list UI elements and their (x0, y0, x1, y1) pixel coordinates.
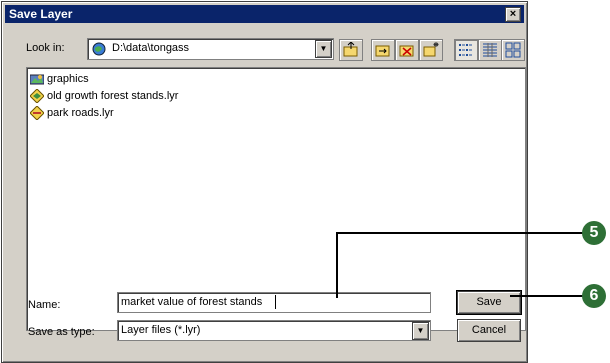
thumbnails-view-button[interactable] (501, 39, 525, 61)
callout-5-horizontal-line (336, 232, 584, 234)
up-one-level-button[interactable] (339, 39, 363, 61)
disconnect-folder-button[interactable] (395, 39, 419, 61)
layer-file-icon (30, 106, 44, 120)
folder-up-icon (343, 42, 358, 57)
callout-6-line (510, 295, 584, 297)
save-as-type-value: Layer files (*.lyr) (121, 324, 201, 336)
close-button[interactable]: × (505, 7, 521, 22)
drive-icon (92, 42, 106, 56)
save-as-type-dropdown[interactable]: Layer files (*.lyr) ▼ (117, 320, 431, 341)
new-folder-icon (423, 42, 439, 57)
layer-file-icon (30, 89, 44, 103)
callout-5-vertical-line (336, 233, 338, 298)
title-bar: Save Layer × (5, 5, 524, 23)
details-view-icon (483, 43, 497, 57)
details-view-button[interactable] (478, 39, 502, 61)
disconnect-folder-icon (399, 45, 414, 57)
text-caret (275, 295, 276, 309)
dialog-title: Save Layer (9, 7, 73, 21)
save-layer-dialog: Save Layer × Look in: D:\data\tongass ▼ (1, 1, 528, 363)
cancel-button[interactable]: Cancel (457, 319, 521, 342)
file-name: old growth forest stands.lyr (47, 90, 179, 102)
callout-5-badge: 5 (582, 221, 606, 245)
look-in-dropdown[interactable]: D:\data\tongass ▼ (87, 38, 334, 60)
name-label: Name: (28, 299, 61, 311)
save-as-type-label: Save as type: (28, 326, 95, 338)
list-view-button[interactable] (454, 39, 478, 61)
connect-folder-icon (375, 45, 390, 57)
look-in-value: D:\data\tongass (112, 42, 190, 54)
look-in-label: Look in: (26, 42, 65, 54)
connect-folder-button[interactable] (371, 39, 395, 61)
file-name: graphics (47, 73, 89, 85)
save-as-type-dropdown-arrow-icon[interactable]: ▼ (412, 322, 429, 340)
graphics-layer-icon (30, 74, 44, 85)
file-name: park roads.lyr (47, 107, 114, 119)
list-view-icon (459, 44, 472, 56)
new-folder-button[interactable] (419, 39, 443, 61)
thumbnails-view-icon (505, 42, 521, 58)
callout-6-badge: 6 (582, 284, 606, 308)
name-input-value: market value of forest stands (121, 296, 263, 308)
name-input[interactable]: market value of forest stands (117, 292, 431, 313)
look-in-dropdown-arrow-icon[interactable]: ▼ (315, 40, 332, 58)
